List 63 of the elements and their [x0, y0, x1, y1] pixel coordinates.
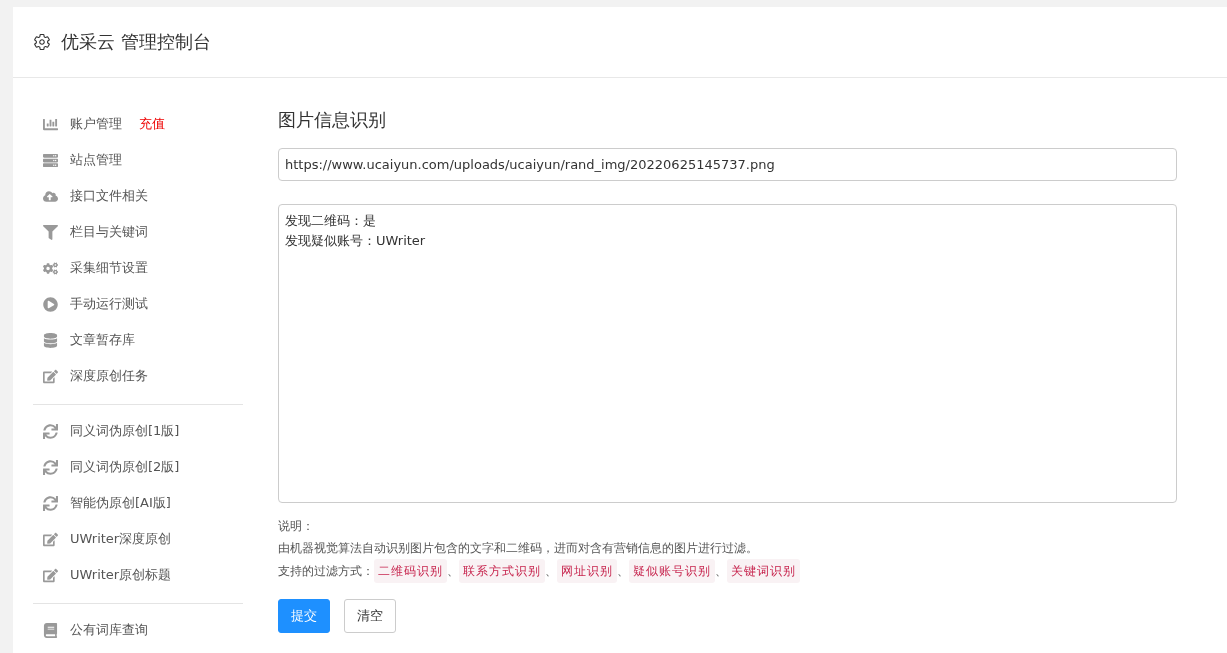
settings-icon	[33, 33, 51, 51]
sidebar-item-label: UWriter原创标题	[70, 566, 172, 584]
database-icon	[43, 332, 58, 348]
note-text: 由机器视觉算法自动识别图片包含的文字和二维码，进而对含有营销信息的图片进行过滤。	[278, 540, 759, 557]
result-box[interactable]: 发现二维码：是 发现疑似账号：UWriter	[278, 204, 1177, 503]
page-title: 图片信息识别	[278, 108, 387, 132]
clear-button[interactable]: 清空	[344, 599, 396, 633]
sidebar-item-label: 栏目与关键词	[70, 223, 148, 241]
method-tag: 网址识别	[557, 559, 617, 583]
sidebar-item[interactable]: 账户管理 充值	[33, 106, 243, 142]
sidebar-item[interactable]: 同义词伪原创[1版]	[33, 413, 243, 449]
result-line: 发现疑似账号：UWriter	[285, 232, 426, 250]
sidebar-item-label: 接口文件相关	[70, 187, 148, 205]
sidebar-item[interactable]: UWriter深度原创	[33, 521, 243, 557]
separator: 、	[447, 563, 459, 580]
sidebar-item-label: 文章暂存库	[70, 331, 135, 349]
sidebar-item-label: UWriter深度原创	[70, 530, 172, 548]
edit-icon	[43, 567, 58, 583]
refresh-icon	[43, 459, 58, 475]
separator: 、	[545, 563, 557, 580]
method-tag: 二维码识别	[374, 559, 447, 583]
methods-label: 支持的过滤方式：	[278, 563, 374, 580]
separator: 、	[617, 563, 629, 580]
method-tag: 疑似账号识别	[629, 559, 715, 583]
sidebar-item-label: 采集细节设置	[70, 259, 148, 277]
sidebar-item[interactable]: UWriter原创标题	[33, 557, 243, 593]
sidebar-item[interactable]: 公有词库查询	[33, 612, 243, 648]
sidebar-item[interactable]: 同义词伪原创[2版]	[33, 449, 243, 485]
sidebar-item-label: 深度原创任务	[70, 367, 148, 385]
result-line: 发现二维码：是	[285, 212, 376, 230]
method-tag: 关键词识别	[727, 559, 800, 583]
recharge-link[interactable]: 充值	[139, 115, 165, 133]
edit-icon	[43, 531, 58, 547]
filter-icon	[43, 224, 58, 240]
sidebar-item[interactable]: 深度原创任务	[33, 358, 243, 394]
sidebar-item-label: 同义词伪原创[2版]	[70, 458, 180, 476]
url-field[interactable]: https://www.ucaiyun.com/uploads/ucaiyun/rand_img/20220625145737.png	[278, 148, 1177, 181]
separator: 、	[715, 563, 727, 580]
cloud-upload-icon	[43, 188, 58, 204]
console-title: 优采云 管理控制台	[61, 30, 211, 54]
sidebar-item[interactable]: 文章暂存库	[33, 322, 243, 358]
method-tag: 联系方式识别	[459, 559, 545, 583]
refresh-icon	[43, 495, 58, 511]
refresh-icon	[43, 423, 58, 439]
sidebar-item[interactable]: 手动运行测试	[33, 286, 243, 322]
sidebar-item-label: 手动运行测试	[70, 295, 148, 313]
sidebar-item[interactable]: 接口文件相关	[33, 178, 243, 214]
sidebar-item-label: 公有词库查询	[70, 621, 148, 639]
sidebar-item-label: 智能伪原创[AI版]	[70, 494, 171, 512]
bar-chart-icon	[43, 116, 58, 132]
sidebar-item-label: 同义词伪原创[1版]	[70, 422, 180, 440]
book-icon	[43, 622, 58, 638]
play-icon	[43, 296, 58, 312]
edit-icon	[43, 368, 58, 384]
sidebar-item[interactable]: 智能伪原创[AI版]	[33, 485, 243, 521]
sidebar-item-label: 站点管理	[70, 151, 122, 169]
note-label: 说明：	[278, 518, 315, 535]
sidebar-item[interactable]: 采集细节设置	[33, 250, 243, 286]
gears-icon	[43, 260, 58, 276]
server-icon	[43, 152, 58, 168]
sidebar-item[interactable]: 栏目与关键词	[33, 214, 243, 250]
sidebar-item-label: 账户管理	[70, 115, 122, 133]
sidebar-item[interactable]: 站点管理	[33, 142, 243, 178]
